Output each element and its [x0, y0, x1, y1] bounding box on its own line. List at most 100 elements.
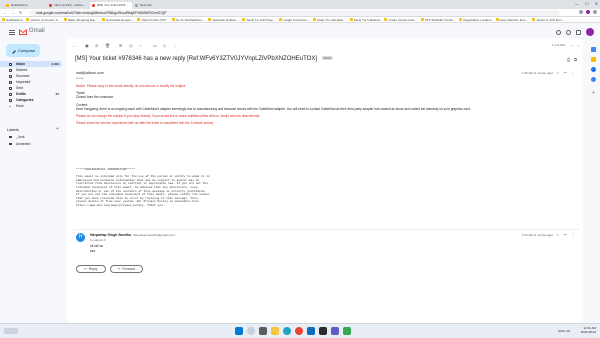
tasks-icon[interactable]	[591, 67, 596, 72]
reply-icon: ↩	[84, 267, 87, 271]
profile-icon[interactable]	[586, 10, 590, 14]
forward-button[interactable]: ↪ Forward	[109, 265, 143, 273]
more-options-icon[interactable]: ⋮	[173, 43, 177, 48]
kebab-menu-icon[interactable]	[593, 10, 597, 14]
next-message-icon[interactable]: ›	[578, 43, 579, 48]
open-new-window-icon[interactable]: ⧉	[574, 57, 577, 62]
bookmark-favicon-icon	[242, 18, 246, 21]
url-input[interactable]: mail.google.com/mail/u/0/?tab=rm&ogbl#in…	[30, 10, 560, 16]
print-icon[interactable]: ⎙	[567, 57, 570, 62]
bookmark-item[interactable]: Jerdan S JOS Ron...	[532, 18, 564, 22]
contacts-icon[interactable]	[591, 77, 596, 82]
star-icon[interactable]: ☆	[556, 232, 560, 237]
extension-icon[interactable]	[579, 10, 583, 14]
label-item[interactable]: _Junk	[9, 135, 25, 139]
apps-grid-icon[interactable]	[576, 29, 581, 35]
move-to-icon[interactable]: ▭	[153, 43, 157, 48]
reply-button[interactable]: ↩ Reply	[76, 265, 106, 273]
reply-icon[interactable]: ↩	[564, 70, 567, 75]
bookmark-item[interactable]: Study Tur bull Proje...	[242, 18, 275, 22]
label-item[interactable]: Unwanted	[9, 142, 30, 146]
bookmark-item[interactable]: Notifications	[2, 18, 22, 22]
main-menu-icon[interactable]	[9, 30, 15, 35]
browser-tab[interactable]: Notifications	[4, 2, 46, 9]
task-view-icon[interactable]	[259, 327, 267, 335]
bookmark-item[interactable]: Insight Connector...	[279, 18, 309, 22]
bookmark-item[interactable]: Carbon Connector C...	[26, 18, 60, 22]
bookmark-item[interactable]: Color Machine Free...	[495, 18, 528, 22]
system-clock[interactable]: 12:31 AM 2023-08-04	[581, 326, 596, 334]
message-divider	[74, 229, 579, 230]
back-to-inbox-icon[interactable]: ←	[72, 43, 76, 48]
tray-language[interactable]: ENG US	[558, 329, 570, 333]
notice-text: Notice: Please reply to this email direc…	[76, 84, 186, 88]
close-window-button[interactable]: ✕	[595, 1, 598, 6]
bookmark-item[interactable]: Onsite Cancel Coal...	[384, 18, 417, 22]
mail-icon[interactable]	[307, 327, 315, 335]
recipient-line[interactable]: to support ▾	[90, 238, 106, 242]
label-icon[interactable]: ◇	[163, 43, 166, 48]
bookmark-item[interactable]: Study Tur Indicators	[349, 18, 380, 22]
browser-tab[interactable]: Inbox (2,334) - shuba...	[47, 2, 89, 9]
edge-icon[interactable]	[283, 327, 291, 335]
recipient-line[interactable]: to me	[76, 76, 84, 80]
favicon-icon	[49, 4, 52, 7]
message-pane: ← ▣ ⊘ 🗑 ✉ ◷ ✓ ▭ ◇ ⋮ 1 of 2,334 ‹ › [MS] …	[66, 38, 583, 323]
account-avatar[interactable]	[586, 28, 594, 36]
browser-tab[interactable]: New Tab	[133, 2, 163, 9]
reload-icon[interactable]: ↻	[19, 10, 22, 15]
sender-name[interactable]: mail@allcom.com	[76, 71, 104, 75]
more-vert-icon[interactable]: ⋮	[571, 232, 575, 237]
bookmark-favicon-icon	[532, 18, 536, 21]
extensions-area	[579, 10, 597, 14]
add-addon-icon[interactable]: +	[591, 91, 596, 96]
search-icon[interactable]	[247, 327, 255, 335]
back-icon[interactable]: ←	[3, 10, 7, 15]
archive-icon[interactable]: ▣	[85, 43, 89, 48]
add-task-icon[interactable]: ✓	[139, 43, 142, 48]
sender-line[interactable]: Harpartap Singh Sandhu <harpartap.sandhu…	[90, 233, 176, 237]
chrome-icon[interactable]	[295, 327, 303, 335]
message-body: ok will do ssa	[90, 244, 104, 253]
star-icon[interactable]: ☆	[556, 70, 560, 75]
nav-item-more[interactable]: ˅ More	[0, 103, 62, 109]
mark-unread-icon[interactable]: ✉	[119, 43, 122, 48]
calendar-icon[interactable]	[591, 47, 596, 52]
bookmark-favicon-icon	[171, 18, 175, 21]
browser-tab-active[interactable]: [MS] Your ticket #978...	[90, 2, 132, 9]
draft-icon	[9, 92, 12, 96]
start-icon[interactable]	[235, 327, 243, 335]
bookmark-favicon-icon	[313, 18, 317, 21]
help-icon[interactable]	[556, 29, 561, 35]
delete-icon[interactable]: 🗑	[105, 43, 110, 48]
bookmark-favicon-icon	[2, 18, 5, 21]
inbox-chip[interactable]: Inbox	[321, 56, 334, 61]
prev-message-icon[interactable]: ‹	[572, 43, 573, 48]
file-explorer-icon[interactable]	[271, 327, 279, 335]
keep-icon[interactable]	[591, 57, 596, 62]
minimize-button[interactable]: —	[575, 1, 579, 6]
widgets-icon[interactable]	[4, 328, 18, 334]
forward-icon[interactable]: →	[11, 10, 15, 15]
compose-button[interactable]: Compose	[6, 44, 40, 57]
bookmark-item[interactable]: Registration Location	[459, 18, 492, 22]
bookmark-item[interactable]: Grid Outlet Hompa...	[101, 18, 133, 22]
maximize-button[interactable]: ☐	[585, 1, 589, 6]
report-spam-icon[interactable]: ⊘	[95, 43, 98, 48]
bookmark-item[interactable]: Study Tur Calculato...	[313, 18, 346, 22]
important-icon	[9, 80, 12, 84]
ticket-section: Ticket: Closed from the connector	[76, 91, 114, 100]
bookmark-item[interactable]: Go To SubTaskPrev...	[171, 18, 204, 22]
more-vert-icon[interactable]: ⋮	[571, 70, 575, 75]
settings-gear-icon[interactable]	[566, 29, 571, 35]
add-label-icon[interactable]: +	[56, 126, 59, 132]
reply-icon[interactable]: ↩	[564, 232, 567, 237]
snooze-icon[interactable]: ◷	[129, 43, 133, 48]
bookmark-item[interactable]: Submitter Entities...	[208, 18, 238, 22]
bookmark-item[interactable]: Basic Shopping Exp...	[64, 18, 98, 22]
bookmark-item[interactable]: STS SURVEY Points...	[420, 18, 455, 22]
bookmark-item[interactable]: Total On Hub CTP...	[137, 18, 168, 22]
store-icon[interactable]	[319, 327, 327, 335]
app-icon[interactable]	[343, 327, 351, 335]
teams-icon[interactable]	[331, 327, 339, 335]
